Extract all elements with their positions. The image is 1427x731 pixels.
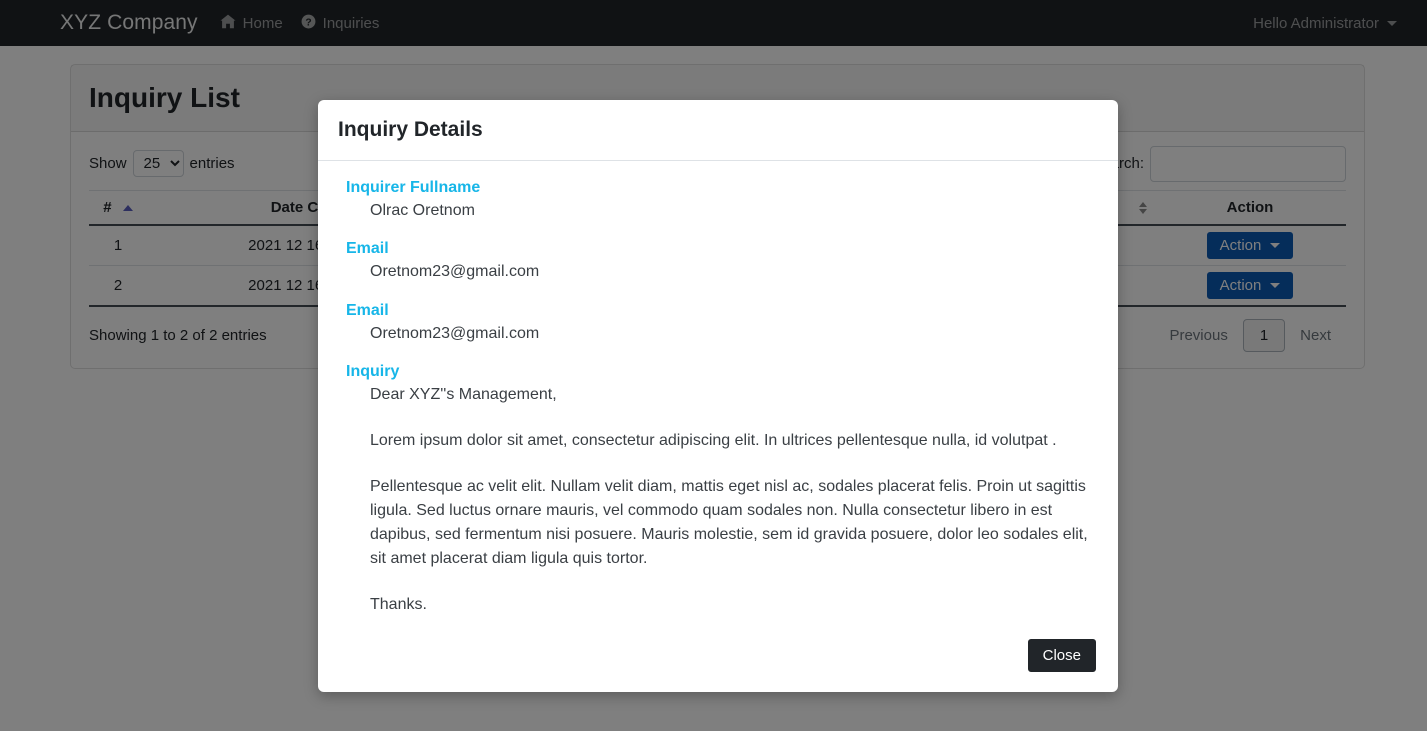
inquiry-paragraph: Dear XYZ''s Management, xyxy=(370,385,557,403)
field-value: Oretnom23@gmail.com xyxy=(370,324,540,342)
modal-footer: Close xyxy=(318,627,1118,692)
modal-body: Inquirer Fullname Olrac Oretnom Email Or… xyxy=(318,161,1118,627)
field-inquiry: Inquiry Dear XYZ''s Management, Lorem ip… xyxy=(346,363,1098,617)
inquiry-paragraph: Pellentesque ac velit elit. Nullam velit… xyxy=(370,477,1088,567)
field-email-2: Email Oretnom23@gmail.com xyxy=(346,302,1098,345)
field-label: Email xyxy=(346,240,389,258)
field-label: Inquiry xyxy=(346,362,400,380)
modal-title: Inquiry Details xyxy=(338,118,483,141)
inquiry-message: Dear XYZ''s Management, Lorem ipsum dolo… xyxy=(370,383,1098,617)
field-value: Olrac Oretnom xyxy=(370,202,475,220)
field-label: Inquirer Fullname xyxy=(346,179,481,197)
field-email-1: Email Oretnom23@gmail.com xyxy=(346,240,1098,283)
close-button[interactable]: Close xyxy=(1027,638,1096,672)
field-value: Oretnom23@gmail.com xyxy=(370,263,540,281)
modal-header: Inquiry Details xyxy=(318,100,1118,162)
field-label: Email xyxy=(346,301,389,319)
inquiry-details-modal: Inquiry Details Inquirer Fullname Olrac … xyxy=(318,100,1118,692)
inquiry-paragraph: Lorem ipsum dolor sit amet, consectetur … xyxy=(370,431,1057,449)
inquiry-paragraph: Thanks. xyxy=(370,595,427,613)
field-inquirer-fullname: Inquirer Fullname Olrac Oretnom xyxy=(346,179,1098,222)
